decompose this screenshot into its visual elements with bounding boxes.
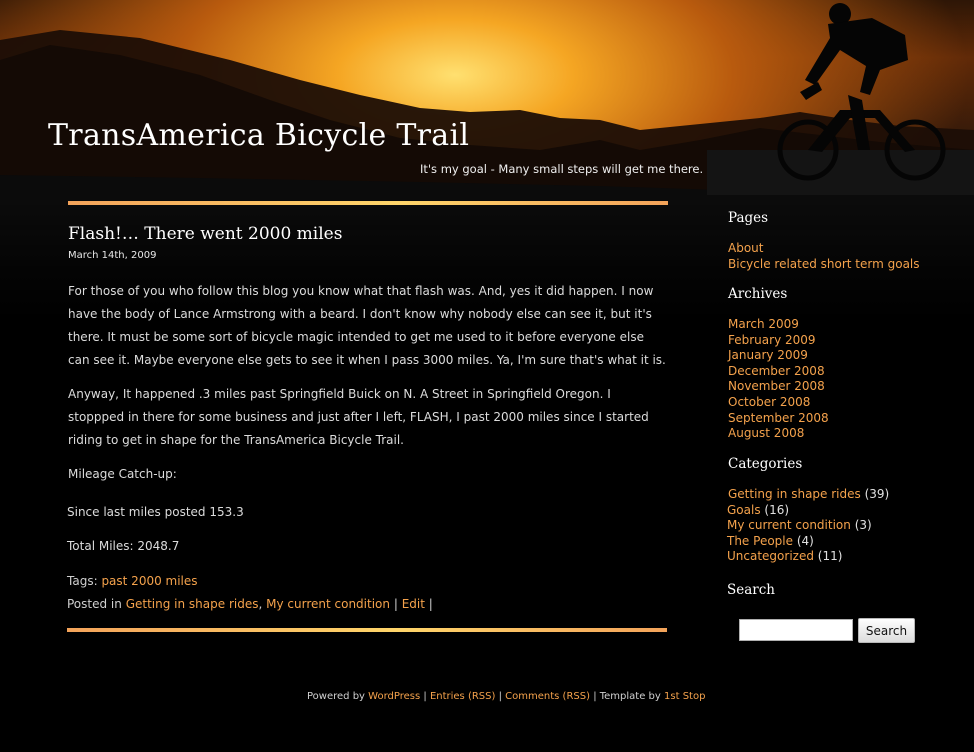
wordpress-link[interactable]: WordPress (368, 691, 420, 702)
archives-heading: Archives (728, 286, 788, 302)
category-count: (39) (864, 487, 890, 501)
pages-heading: Pages (728, 210, 769, 226)
post-bottom-divider (67, 628, 667, 632)
search-input[interactable] (739, 619, 853, 641)
page-link-short-term-goals[interactable]: Bicycle related short term goals (728, 257, 920, 271)
category-link[interactable]: Getting in shape rides (728, 487, 861, 501)
site-tagline: It's my goal - Many small steps will get… (420, 162, 704, 176)
search-heading: Search (727, 582, 775, 598)
search-button[interactable]: Search (858, 618, 915, 643)
list-item: March 2009 (728, 317, 829, 333)
list-item: November 2008 (728, 379, 829, 395)
list-item: December 2008 (728, 364, 829, 380)
categories-list: Getting in shape rides (39) Goals (16) M… (727, 487, 889, 565)
category-link[interactable]: Uncategorized (727, 549, 814, 563)
post-paragraph: Anyway, It happened .3 miles past Spring… (68, 387, 649, 447)
meta-separator: | (393, 597, 398, 611)
category-count: (11) (817, 549, 843, 564)
edit-link[interactable]: Edit (402, 597, 425, 611)
tag-link[interactable]: past 2000 miles (101, 574, 197, 588)
template-by-label: Template by (599, 691, 661, 702)
archive-link[interactable]: December 2008 (728, 364, 825, 378)
list-item: Getting in shape rides (39) (728, 487, 889, 503)
comma-separator: , (258, 597, 263, 611)
footer: Powered by WordPress | Entries (RSS) | C… (307, 691, 705, 702)
post-tags: Tags: past 2000 miles (67, 574, 198, 588)
entries-rss-link[interactable]: Entries (RSS) (430, 691, 495, 702)
list-item: January 2009 (728, 348, 829, 364)
first-stop-link[interactable]: 1st Stop (664, 691, 705, 702)
archive-link[interactable]: November 2008 (728, 379, 825, 393)
page-link-about[interactable]: About (728, 241, 763, 255)
post-paragraph: Total Miles: 2048.7 (67, 539, 180, 553)
categories-heading: Categories (728, 456, 803, 472)
archive-link[interactable]: March 2009 (728, 317, 799, 331)
footer-separator: | (498, 691, 502, 702)
post-categories: Posted in Getting in shape rides, My cur… (67, 597, 433, 611)
category-link[interactable]: The People (727, 534, 793, 548)
category-link[interactable]: My current condition (727, 518, 851, 532)
list-item: About (728, 241, 920, 257)
post-paragraph: Mileage Catch-up: (68, 467, 177, 481)
category-count: (4) (796, 533, 814, 548)
post-date: March 14th, 2009 (68, 250, 157, 261)
archive-link[interactable]: August 2008 (728, 426, 804, 440)
category-link[interactable]: Goals (727, 503, 761, 517)
posted-in-label: Posted in (67, 597, 122, 611)
post-paragraph: Since last miles posted 153.3 (67, 505, 244, 519)
archive-link[interactable]: October 2008 (728, 395, 810, 409)
archive-link[interactable]: January 2009 (728, 348, 808, 362)
list-item: February 2009 (728, 333, 829, 349)
list-item: August 2008 (728, 426, 829, 442)
powered-by-label: Powered by (307, 691, 365, 702)
list-item: The People (4) (727, 534, 889, 550)
site-title[interactable]: TransAmerica Bicycle Trail (48, 118, 469, 153)
tags-label: Tags: (67, 574, 98, 588)
archive-link[interactable]: September 2008 (728, 411, 829, 425)
archive-link[interactable]: February 2009 (728, 333, 816, 347)
post-paragraph: For those of you who follow this blog yo… (68, 284, 666, 367)
category-link-getting-in-shape-rides[interactable]: Getting in shape rides (126, 597, 259, 611)
footer-separator: | (593, 691, 597, 702)
list-item: October 2008 (728, 395, 829, 411)
archives-list: March 2009 February 2009 January 2009 De… (728, 317, 829, 442)
pages-list: About Bicycle related short term goals (728, 241, 920, 272)
list-item: September 2008 (728, 411, 829, 427)
list-item: Goals (16) (727, 503, 889, 519)
list-item: My current condition (3) (727, 518, 889, 534)
list-item: Bicycle related short term goals (728, 257, 920, 273)
category-link-my-current-condition[interactable]: My current condition (266, 597, 390, 611)
footer-separator: | (423, 691, 427, 702)
list-item: Uncategorized (11) (727, 549, 889, 565)
category-count: (3) (854, 518, 872, 533)
post-title-link[interactable]: Flash!… There went 2000 miles (68, 224, 342, 244)
meta-separator: | (428, 597, 433, 611)
category-count: (16) (764, 502, 790, 517)
post-top-divider (68, 201, 668, 205)
comments-rss-link[interactable]: Comments (RSS) (505, 691, 590, 702)
